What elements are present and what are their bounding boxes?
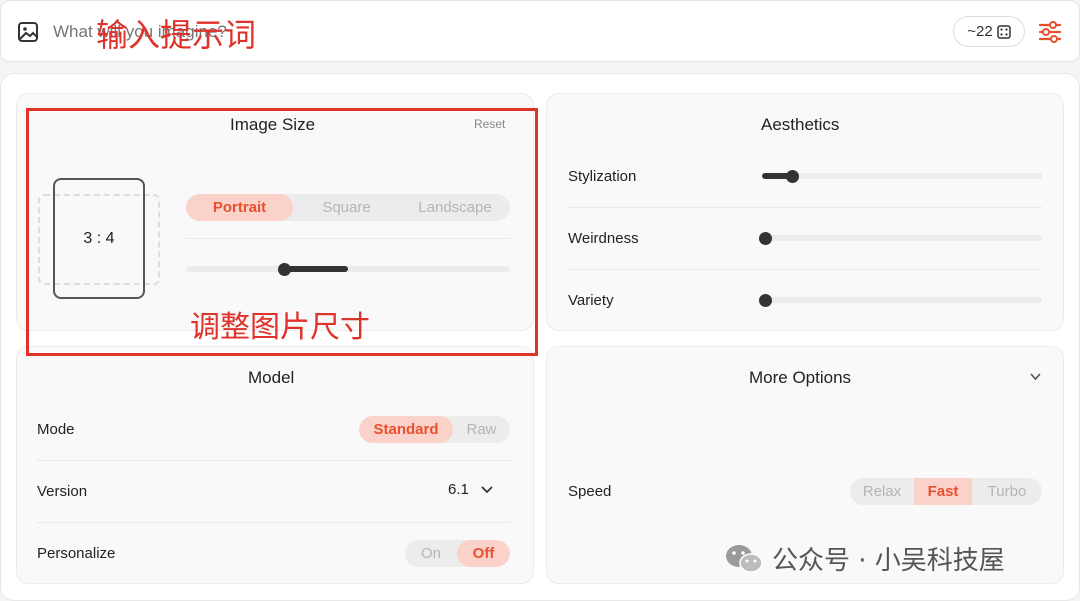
variety-label: Variety [568,292,614,309]
mode-selector: Standard Raw [359,416,510,443]
stylization-handle[interactable] [786,170,799,183]
variety-track[interactable] [762,297,1042,303]
count-badge[interactable]: ~22 [953,16,1025,47]
orientation-square[interactable]: Square [293,194,400,221]
watermark: 公众号 · 小吴科技屋 [724,540,1005,577]
aesthetics-divider [568,269,1042,270]
mode-raw[interactable]: Raw [453,416,510,443]
sliders-settings-icon[interactable] [1037,19,1063,45]
stylization-track[interactable] [762,173,1042,179]
personalize-label: Personalize [37,545,116,562]
model-divider [37,460,510,461]
personalize-on[interactable]: On [405,540,457,567]
ratio-preview: 3 : 4 [53,178,145,299]
aesthetics-title: Aesthetics [761,115,840,134]
ratio-text: 3 : 4 [83,229,115,247]
model-title: Model [248,368,295,387]
ratio-slider-track[interactable] [186,266,510,272]
mode-standard[interactable]: Standard [359,416,453,443]
ratio-slider-handle[interactable] [278,263,291,276]
collapse-chevron-icon[interactable] [1030,373,1041,381]
watermark-text: 公众号 · 小吴科技屋 [772,546,1005,576]
mode-label: Mode [37,421,75,438]
weirdness-handle[interactable] [759,232,772,245]
weirdness-label: Weirdness [568,230,639,247]
orientation-portrait[interactable]: Portrait [186,194,293,221]
personalize-toggle: On Off [405,540,510,567]
speed-fast[interactable]: Fast [914,478,972,505]
model-divider [37,522,510,523]
orientation-selector: Portrait Square Landscape [186,194,510,221]
dice-icon [996,24,1011,39]
ratio-slider-fill [284,266,348,272]
reset-button[interactable]: Reset [474,117,505,131]
prompt-annotation: 输入提示词 [96,16,257,54]
speed-turbo[interactable]: Turbo [972,478,1042,505]
speed-selector: Relax Fast Turbo [850,478,1042,505]
image-size-annotation: 调整图片尺寸 [190,310,370,345]
speed-relax[interactable]: Relax [850,478,914,505]
more-options-title: More Options [749,368,852,387]
personalize-off[interactable]: Off [457,540,510,567]
stylization-label: Stylization [568,168,637,185]
image-size-title: Image Size [230,115,316,134]
wechat-icon [726,544,763,573]
variety-handle[interactable] [759,294,772,307]
chevron-down-icon [481,485,493,493]
orientation-landscape[interactable]: Landscape [400,194,510,221]
version-value: 6.1 [448,481,469,498]
image-upload-icon[interactable] [17,21,39,43]
version-label: Version [37,483,88,500]
aesthetics-divider [568,207,1042,208]
version-select[interactable]: 6.1 [448,481,493,498]
count-value: ~22 [967,23,993,40]
weirdness-track[interactable] [762,235,1042,241]
speed-label: Speed [568,483,612,500]
image-size-divider [186,238,510,239]
